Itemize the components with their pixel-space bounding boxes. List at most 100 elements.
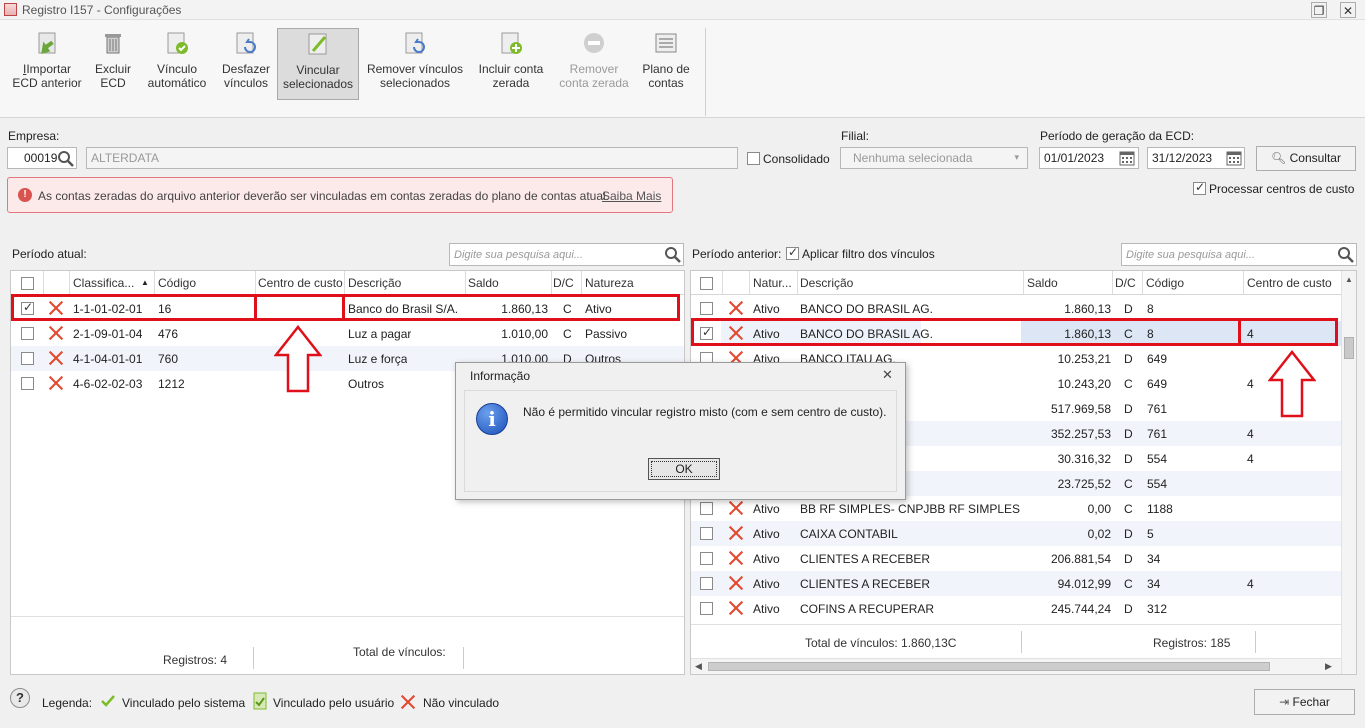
col-header-codigo[interactable]: Código bbox=[158, 276, 196, 290]
consolidado-label: Consolidado bbox=[763, 152, 830, 166]
search-icon[interactable] bbox=[661, 244, 683, 265]
window-title: Registro I157 - Configurações bbox=[22, 3, 182, 17]
x-icon bbox=[48, 375, 64, 391]
scroll-thumb[interactable] bbox=[1344, 337, 1354, 359]
row-checkbox[interactable] bbox=[700, 302, 713, 315]
left-search-input[interactable]: Digite sua pesquisa aqui... bbox=[449, 243, 684, 266]
app-icon bbox=[4, 3, 17, 16]
importar-ecd-button[interactable]: IImportar ECD anterior bbox=[8, 28, 86, 100]
scroll-thumb[interactable] bbox=[708, 662, 1270, 671]
cell-dc: D bbox=[1124, 352, 1133, 366]
remover-vinculos-button[interactable]: Remover vínculos selecionados bbox=[365, 28, 465, 100]
col-header-natureza[interactable]: Natureza bbox=[585, 276, 634, 290]
empresa-search-icon[interactable] bbox=[55, 148, 76, 168]
fechar-button[interactable]: ⇥ Fechar bbox=[1254, 689, 1355, 715]
link-selected-icon bbox=[305, 31, 331, 57]
cell-saldo: 0,02 bbox=[1087, 527, 1111, 541]
x-icon bbox=[728, 300, 744, 316]
table-row[interactable]: Ativo CLIENTES A RECEBER 94.012,99 C 34 … bbox=[691, 571, 1341, 596]
highlight-box bbox=[1238, 318, 1338, 346]
row-checkbox[interactable] bbox=[700, 527, 713, 540]
cell-dc: C bbox=[563, 327, 572, 341]
scroll-up-icon[interactable]: ▲ bbox=[1345, 275, 1353, 284]
vertical-scrollbar[interactable]: ▲ bbox=[1341, 271, 1356, 674]
cell-codigo: 554 bbox=[1147, 477, 1168, 491]
row-checkbox[interactable] bbox=[21, 352, 34, 365]
calendar-icon[interactable] bbox=[1117, 149, 1137, 167]
x-icon bbox=[728, 550, 744, 566]
col-header-saldo[interactable]: Saldo bbox=[1027, 276, 1058, 290]
date-from: 01/01/2023 bbox=[1044, 151, 1105, 165]
help-icon[interactable]: ? bbox=[10, 688, 30, 708]
row-checkbox[interactable] bbox=[21, 377, 34, 390]
incluir-conta-zerada-button[interactable]: Incluir conta zerada bbox=[474, 28, 548, 100]
cell-centro: 4 bbox=[1247, 427, 1254, 441]
consultar-button[interactable]: 🔍︎ Consultar bbox=[1256, 146, 1356, 171]
col-header-codigo[interactable]: Código bbox=[1146, 276, 1184, 290]
scroll-left-icon[interactable]: ◀ bbox=[695, 661, 702, 672]
sort-asc-icon: ▲ bbox=[141, 278, 149, 287]
footer-sep bbox=[463, 647, 464, 669]
col-sep bbox=[69, 271, 70, 295]
vinculo-automatico-button[interactable]: Vínculo automático bbox=[142, 28, 212, 100]
row-checkbox[interactable] bbox=[700, 602, 713, 615]
col-sep bbox=[1112, 271, 1113, 295]
col-header-descricao[interactable]: Descrição bbox=[800, 276, 853, 290]
up-arrow-icon bbox=[1268, 350, 1316, 418]
ok-button[interactable]: OK bbox=[648, 458, 720, 480]
col-header-classificacao[interactable]: Classifica... bbox=[73, 276, 149, 290]
aplicar-filtro-checkbox[interactable] bbox=[786, 245, 799, 260]
cell-dc: D bbox=[1124, 402, 1133, 416]
row-checkbox[interactable] bbox=[700, 502, 713, 515]
left-select-all-checkbox[interactable] bbox=[21, 277, 34, 290]
table-row[interactable]: Ativo CAIXA CONTABIL 0,02 D 5 bbox=[691, 521, 1341, 546]
highlight-box bbox=[11, 294, 680, 321]
col-header-natureza[interactable]: Natur... bbox=[753, 276, 797, 290]
col-header-descricao[interactable]: Descrição bbox=[348, 276, 401, 290]
trash-icon bbox=[100, 30, 126, 56]
cell-dc: D bbox=[1124, 302, 1133, 316]
col-header-dc[interactable]: D/C bbox=[553, 276, 574, 290]
row-checkbox[interactable] bbox=[700, 577, 713, 590]
excluir-ecd-button[interactable]: Excluir ECD bbox=[90, 28, 136, 100]
ribbon-label: conta zerada bbox=[559, 76, 629, 90]
legend-label: Legenda: bbox=[42, 696, 93, 710]
cell-descricao: Luz e força bbox=[348, 352, 408, 366]
close-icon[interactable]: ✕ bbox=[1340, 2, 1356, 18]
desfazer-vinculos-button[interactable]: Desfazer vínculos bbox=[218, 28, 274, 100]
calendar-icon[interactable] bbox=[1224, 149, 1244, 167]
table-row[interactable]: Ativo CLIENTES A RECEBER 206.881,54 D 34 bbox=[691, 546, 1341, 571]
x-icon bbox=[728, 575, 744, 591]
scroll-right-icon[interactable]: ▶ bbox=[1325, 661, 1332, 672]
row-checkbox[interactable] bbox=[700, 552, 713, 565]
cell-centro: 4 bbox=[1247, 577, 1254, 591]
cell-saldo: 94.012,99 bbox=[1057, 577, 1111, 591]
search-icon[interactable] bbox=[1334, 244, 1356, 265]
processar-centros-checkbox[interactable] bbox=[1193, 180, 1206, 195]
right-select-all-checkbox[interactable] bbox=[700, 277, 713, 290]
close-icon[interactable]: ✕ bbox=[882, 367, 893, 383]
vincular-selecionados-button[interactable]: Vincular selecionados bbox=[277, 28, 359, 100]
row-checkbox[interactable] bbox=[21, 327, 34, 340]
import-icon bbox=[34, 30, 60, 56]
saiba-mais-link[interactable]: Saiba Mais bbox=[602, 189, 661, 203]
plano-de-contas-button[interactable]: Plano de contas bbox=[636, 28, 696, 100]
col-header-saldo[interactable]: Saldo bbox=[468, 276, 499, 290]
col-header-centro[interactable]: Centro de custo bbox=[1247, 276, 1332, 290]
table-row[interactable]: Ativo COFINS A RECUPERAR 245.744,24 D 31… bbox=[691, 596, 1341, 621]
col-header-centro[interactable]: Centro de custo bbox=[258, 276, 343, 290]
col-sep bbox=[154, 271, 155, 295]
col-header-dc[interactable]: D/C bbox=[1115, 276, 1136, 290]
ribbon-label: Vínculo bbox=[156, 62, 198, 76]
filial-value: Nenhuma selecionada bbox=[853, 151, 973, 165]
consolidado-checkbox[interactable] bbox=[747, 152, 760, 165]
legend-nao-vinculado: Não vinculado bbox=[423, 696, 500, 710]
restore-icon[interactable]: ❐ bbox=[1311, 2, 1327, 18]
x-icon bbox=[728, 500, 744, 516]
cell-saldo: 0,00 bbox=[1087, 502, 1111, 516]
alert-banner: ! As contas zeradas do arquivo anterior … bbox=[7, 177, 673, 213]
table-row[interactable]: 2-1-09-01-04 476 Luz a pagar 1.010,00 C … bbox=[11, 321, 684, 346]
cell-saldo: 517.969,58 bbox=[1050, 402, 1111, 416]
right-search-input[interactable]: Digite sua pesquisa aqui... bbox=[1121, 243, 1357, 266]
horizontal-scrollbar[interactable]: ◀ ▶ bbox=[691, 658, 1341, 674]
